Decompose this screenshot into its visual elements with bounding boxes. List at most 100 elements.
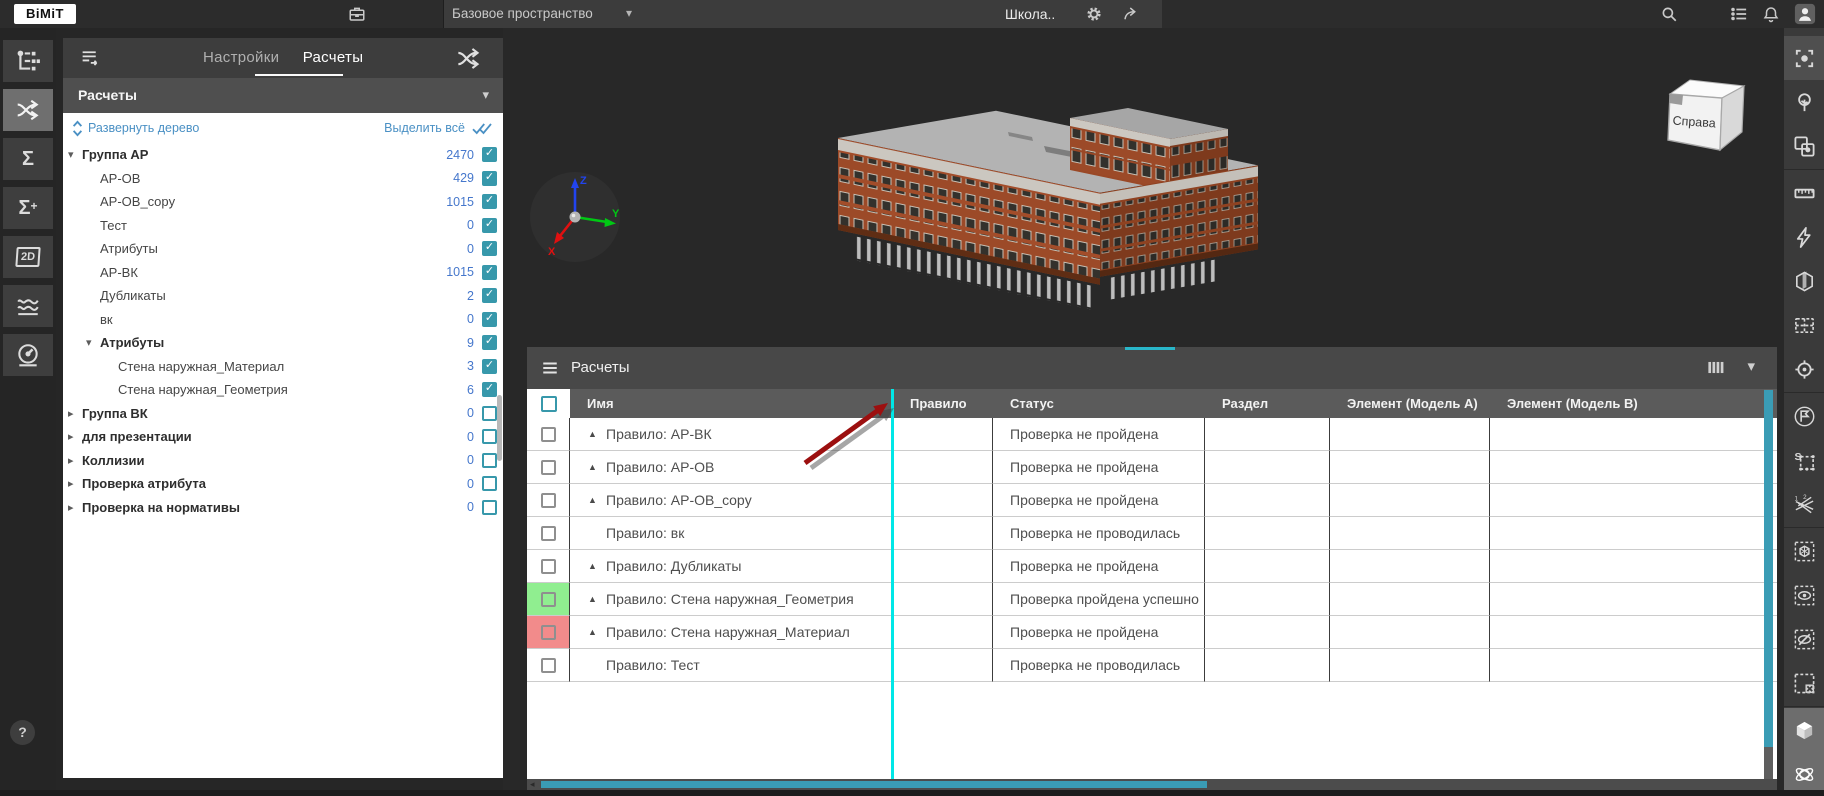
- similar-selection-icon[interactable]: [1784, 124, 1824, 168]
- tree-item-checkbox[interactable]: ✓: [482, 312, 497, 327]
- environment-tree-icon[interactable]: [1784, 80, 1824, 124]
- expand-arrow-icon[interactable]: ▸: [68, 407, 82, 420]
- row-checkbox[interactable]: [541, 493, 556, 508]
- panel-scrollbar[interactable]: [497, 395, 502, 461]
- sum-icon[interactable]: Σ: [3, 138, 53, 180]
- header-checkbox[interactable]: [541, 396, 557, 412]
- briefcase-icon[interactable]: [348, 5, 366, 23]
- row-checkbox[interactable]: [541, 427, 556, 442]
- expand-arrow-icon[interactable]: ▸: [68, 430, 82, 443]
- table-row[interactable]: ▲Правило: Стена наружная_МатериалПроверк…: [527, 616, 1777, 649]
- column-settings-icon[interactable]: [1706, 358, 1725, 382]
- tree-item[interactable]: Атрибуты0✓: [63, 237, 503, 261]
- model-tree-icon[interactable]: [3, 40, 53, 82]
- table-row[interactable]: ▲Правило: АР-ОВПроверка не пройдена: [527, 451, 1777, 484]
- collapse-panel-icon[interactable]: ▾: [1747, 347, 1755, 389]
- view-2d-icon[interactable]: 2D: [3, 236, 53, 278]
- table-row[interactable]: ▲Правило: Стена наружная_ГеометрияПровер…: [527, 583, 1777, 616]
- solid-view-cube-icon[interactable]: [1784, 708, 1824, 752]
- tree-item[interactable]: АР-ВК1015✓: [63, 261, 503, 285]
- tree-item[interactable]: ▸Проверка атрибута0: [63, 472, 503, 496]
- notifications-icon[interactable]: [1762, 5, 1780, 23]
- row-collapse-icon[interactable]: ▲: [588, 495, 606, 505]
- expand-arrow-icon[interactable]: ▸: [68, 477, 82, 490]
- hide-elements-icon[interactable]: [1784, 617, 1824, 661]
- table-row[interactable]: ▲Правило: ДубликатыПроверка не пройдена: [527, 550, 1777, 583]
- help-button[interactable]: ?: [10, 720, 35, 745]
- rule-name-cell[interactable]: ▲Правило: Стена наружная_Геометрия: [570, 583, 893, 616]
- tree-item-checkbox[interactable]: ✓: [482, 335, 497, 350]
- selection-set-icon[interactable]: S: [1784, 438, 1824, 482]
- horizontal-scroll-thumb[interactable]: [541, 781, 1207, 788]
- tree-item-checkbox[interactable]: ✓: [482, 265, 497, 280]
- row-status-cell[interactable]: [527, 517, 570, 550]
- user-profile-icon[interactable]: [1794, 3, 1816, 25]
- section-dropdown[interactable]: Расчеты ▾: [63, 78, 503, 113]
- search-icon[interactable]: [1660, 5, 1678, 23]
- tree-item-checkbox[interactable]: ✓: [482, 194, 497, 209]
- list-menu-icon[interactable]: [1730, 5, 1748, 23]
- select-all-link[interactable]: Выделить всё: [384, 121, 465, 135]
- graphs-icon[interactable]: [3, 285, 53, 327]
- tree-item[interactable]: Стена наружная_Материал3✓: [63, 355, 503, 379]
- axis-gizmo[interactable]: Z Y X: [528, 170, 622, 264]
- expand-arrow-icon[interactable]: ▸: [68, 501, 82, 514]
- flash-icon[interactable]: [1784, 215, 1824, 259]
- tree-item-checkbox[interactable]: ✓: [482, 359, 497, 374]
- select-all-check-icon[interactable]: [471, 121, 493, 136]
- share-icon[interactable]: [1122, 5, 1140, 23]
- expand-tree-link[interactable]: Развернуть дерево: [88, 121, 199, 135]
- vertical-scroll-thumb[interactable]: [1764, 390, 1773, 747]
- rules-shuffle-icon[interactable]: [3, 89, 53, 131]
- row-status-cell[interactable]: [527, 451, 570, 484]
- table-row[interactable]: ▲Правило: АР-ОВ_copyПроверка не пройдена: [527, 484, 1777, 517]
- table-vertical-scrollbar[interactable]: [1764, 389, 1773, 779]
- row-status-cell[interactable]: [527, 484, 570, 517]
- flag-icon[interactable]: [1784, 394, 1824, 438]
- row-status-cell[interactable]: [527, 418, 570, 451]
- tree-item[interactable]: ▾Группа АР2470✓: [63, 143, 503, 167]
- tree-item-checkbox[interactable]: [482, 476, 497, 491]
- tree-item[interactable]: ▸для презентации0: [63, 425, 503, 449]
- rule-name-cell[interactable]: ▲Правило: АР-ОВ_copy: [570, 484, 893, 517]
- tree-item-checkbox[interactable]: [482, 453, 497, 468]
- tree-item-checkbox[interactable]: [482, 406, 497, 421]
- measure-ruler-icon[interactable]: [1784, 171, 1824, 215]
- scroll-left-arrow-icon[interactable]: ◂: [530, 779, 535, 790]
- settings-gear-icon[interactable]: [1085, 5, 1103, 23]
- workspace-selector[interactable]: Базовое пространство: [452, 0, 593, 28]
- tree-item[interactable]: ▸Группа ВК0: [63, 402, 503, 426]
- section-plane-icon[interactable]: [1784, 303, 1824, 347]
- rules-shuffle-icon[interactable]: [455, 45, 482, 77]
- row-checkbox[interactable]: [541, 460, 556, 475]
- table-horizontal-scrollbar[interactable]: ◂: [527, 779, 1777, 790]
- tree-item-checkbox[interactable]: ✓: [482, 171, 497, 186]
- rule-name-cell[interactable]: ▲Правило: Дубликаты: [570, 550, 893, 583]
- row-status-cell[interactable]: [527, 616, 570, 649]
- tree-item[interactable]: Дубликаты2✓: [63, 284, 503, 308]
- show-elements-icon[interactable]: [1784, 573, 1824, 617]
- row-checkbox[interactable]: [541, 625, 556, 640]
- gauge-icon[interactable]: [3, 334, 53, 376]
- expand-arrow-icon[interactable]: ▸: [68, 454, 82, 467]
- row-checkbox[interactable]: [541, 592, 556, 607]
- tree-item[interactable]: ▸Коллизии0: [63, 449, 503, 473]
- row-status-cell[interactable]: [527, 649, 570, 682]
- row-collapse-icon[interactable]: ▲: [588, 561, 606, 571]
- section-box-icon[interactable]: [1784, 259, 1824, 303]
- collapse-arrow-icon[interactable]: ▾: [68, 148, 82, 161]
- app-logo[interactable]: BiMiT: [14, 4, 76, 24]
- tree-item-checkbox[interactable]: [482, 429, 497, 444]
- tree-item[interactable]: ▸Проверка на нормативы0: [63, 496, 503, 520]
- row-checkbox[interactable]: [541, 658, 556, 673]
- column-header[interactable]: Элемент (Модель B): [1490, 389, 1777, 418]
- column-header[interactable]: Элемент (Модель А): [1330, 389, 1490, 418]
- row-checkbox[interactable]: [541, 559, 556, 574]
- rule-name-cell[interactable]: Правило: Тест: [570, 649, 893, 682]
- collapse-arrow-icon[interactable]: ▾: [86, 336, 100, 349]
- sum-plus-icon[interactable]: Σ+: [3, 187, 53, 229]
- select-all-rows-cell[interactable]: [527, 389, 570, 418]
- tree-item-checkbox[interactable]: [482, 500, 497, 515]
- table-row[interactable]: ▲Правило: АР-ВКПроверка не пройдена: [527, 418, 1777, 451]
- tree-item-checkbox[interactable]: ✓: [482, 241, 497, 256]
